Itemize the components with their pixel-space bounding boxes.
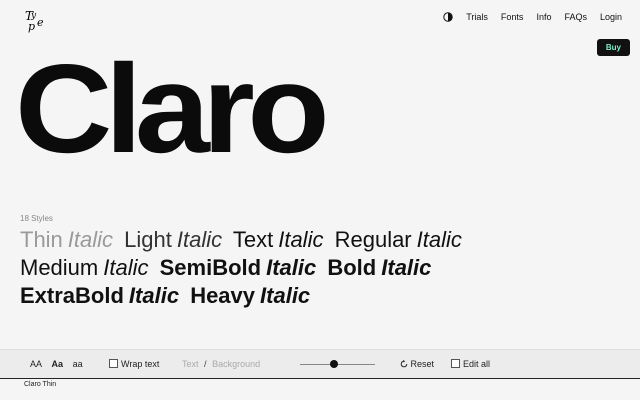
style-medium-italic[interactable]: Italic: [103, 255, 148, 280]
edit-all-checkbox[interactable]: [451, 359, 460, 368]
style-list: Thin Italic Light Italic Text Italic Regula…: [20, 226, 620, 310]
case-options: AA Aa aa: [30, 359, 90, 369]
tester-toolbar: AA Aa aa Wrap text Text / Background Res…: [0, 349, 640, 379]
nav-fonts[interactable]: Fonts: [501, 12, 524, 22]
style-light-italic[interactable]: Italic: [177, 227, 222, 252]
buy-button[interactable]: Buy: [596, 39, 630, 56]
wrap-text-toggle[interactable]: Wrap text: [109, 359, 159, 369]
case-title-button[interactable]: Aa: [52, 359, 64, 369]
type-logo[interactable]: T y p e: [22, 6, 52, 36]
svg-text:p: p: [28, 20, 35, 33]
current-style-label: Claro Thin: [24, 381, 57, 388]
svg-text:e: e: [37, 16, 44, 29]
nav-trials[interactable]: Trials: [466, 12, 488, 22]
size-slider-thumb[interactable]: [329, 360, 338, 368]
style-text-italic[interactable]: Italic: [278, 227, 323, 252]
style-text[interactable]: Text: [233, 227, 273, 252]
nav-faqs[interactable]: FAQs: [564, 12, 587, 22]
style-medium[interactable]: Medium: [20, 255, 98, 280]
nav-info[interactable]: Info: [536, 12, 551, 22]
style-extrabold-italic[interactable]: Italic: [129, 283, 179, 308]
nav-login[interactable]: Login: [600, 12, 622, 22]
edit-all-toggle[interactable]: Edit all: [451, 359, 490, 369]
reset-icon: [400, 360, 408, 368]
style-light[interactable]: Light: [124, 227, 172, 252]
styles-count: 18 Styles: [20, 214, 53, 223]
font-title: Claro: [15, 38, 330, 179]
style-extrabold[interactable]: ExtraBold: [20, 283, 124, 308]
style-thin-italic[interactable]: Italic: [68, 227, 113, 252]
style-thin[interactable]: Thin: [20, 227, 63, 252]
case-upper-button[interactable]: AA: [30, 359, 42, 369]
reset-label: Reset: [410, 359, 435, 369]
theme-toggle-icon[interactable]: [443, 12, 453, 22]
style-regular-italic[interactable]: Italic: [417, 227, 462, 252]
color-selector: Text / Background: [182, 359, 260, 369]
background-color-option[interactable]: Background: [212, 359, 260, 369]
style-bold-italic[interactable]: Italic: [381, 255, 431, 280]
style-semibold-italic[interactable]: Italic: [266, 255, 316, 280]
wrap-text-label: Wrap text: [121, 359, 160, 369]
style-heavy[interactable]: Heavy: [190, 283, 255, 308]
style-regular[interactable]: Regular: [335, 227, 412, 252]
style-bold[interactable]: Bold: [327, 255, 376, 280]
reset-button[interactable]: Reset: [400, 359, 434, 369]
style-semibold[interactable]: SemiBold: [160, 255, 261, 280]
color-separator: /: [204, 359, 207, 369]
style-heavy-italic[interactable]: Italic: [260, 283, 310, 308]
wrap-text-checkbox[interactable]: [109, 359, 118, 368]
edit-all-label: Edit all: [463, 359, 491, 369]
top-nav: Trials Fonts Info FAQs Login: [443, 12, 622, 22]
text-color-option[interactable]: Text: [182, 359, 199, 369]
case-lower-button[interactable]: aa: [73, 359, 83, 369]
